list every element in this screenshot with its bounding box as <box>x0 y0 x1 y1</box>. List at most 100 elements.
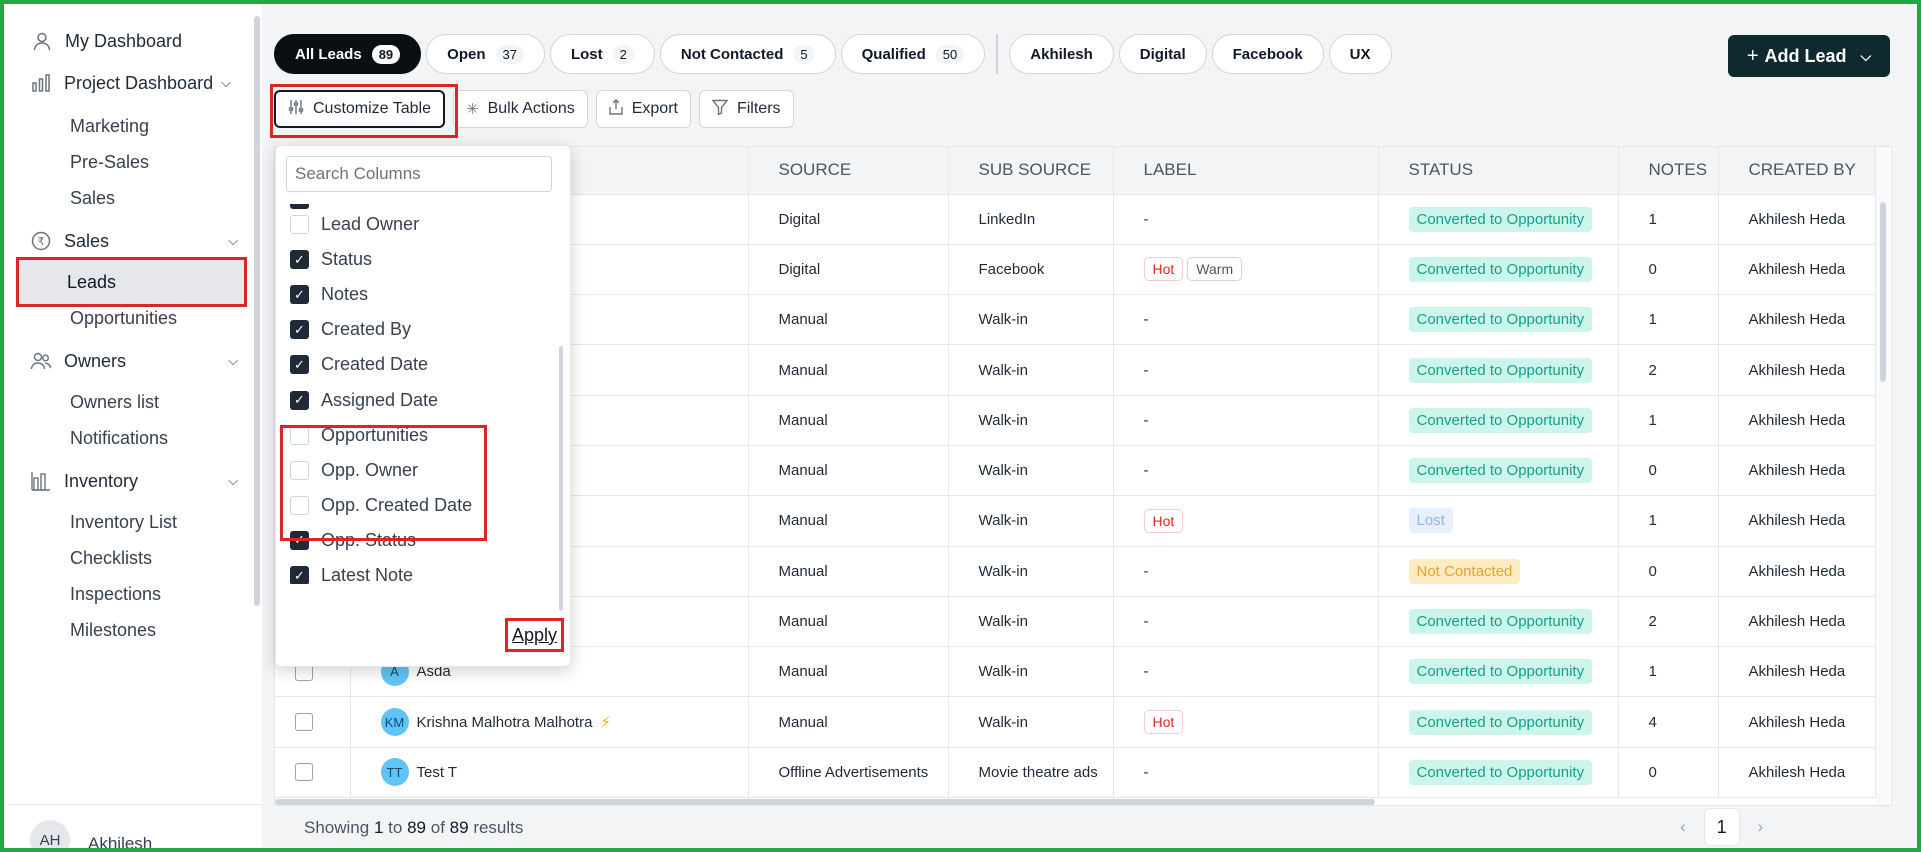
sidebar-item-inventory[interactable]: Inventory ⌵ <box>28 468 238 494</box>
status-badge[interactable]: Converted to Opportunity <box>1408 659 1593 685</box>
page-button[interactable]: 1 <box>1703 808 1740 846</box>
lead-name[interactable]: TT Test T <box>380 758 748 787</box>
checkbox-checked[interactable]: ✓ <box>290 566 309 584</box>
column-option[interactable]: ✓ Created By <box>290 319 411 340</box>
chevron-right-icon[interactable]: › <box>1758 817 1764 837</box>
scrollbar-thumb[interactable] <box>1880 202 1886 382</box>
bulk-actions-button[interactable]: ✳ Bulk Actions <box>452 90 588 128</box>
sidebar-item-inspections[interactable]: Inspections <box>70 584 161 605</box>
header-source[interactable]: SOURCE <box>748 147 949 195</box>
sidebar-item-sales-dashboard[interactable]: Sales <box>70 188 115 209</box>
sidebar-item-my-dashboard[interactable]: My Dashboard <box>29 28 182 54</box>
checkbox-checked[interactable]: ✓ <box>290 250 309 270</box>
chevron-left-icon[interactable]: ‹ <box>1680 817 1686 837</box>
tag-chip-digital[interactable]: Digital <box>1118 34 1207 74</box>
header-sub-source[interactable]: SUB SOURCE <box>948 147 1114 195</box>
label-tag[interactable]: Warm <box>1187 257 1243 282</box>
chip-not-contacted[interactable]: Not Contacted 5 <box>659 34 836 74</box>
status-badge[interactable]: Converted to Opportunity <box>1408 256 1593 282</box>
column-option[interactable]: Opportunities <box>290 425 428 446</box>
sidebar-item-marketing[interactable]: Marketing <box>70 116 149 137</box>
column-option[interactable]: ✓ Latest Note <box>290 565 413 584</box>
column-option[interactable]: ✓ Notes <box>290 284 368 305</box>
column-option[interactable]: Lead Owner <box>290 214 419 235</box>
chip-qualified[interactable]: Qualified 50 <box>840 34 986 74</box>
chip-lost[interactable]: Lost 2 <box>549 34 655 74</box>
sidebar-item-sales[interactable]: ₹ Sales ⌵ <box>28 228 238 254</box>
sidebar-item-owners-list[interactable]: Owners list <box>70 392 159 413</box>
checkbox-unchecked[interactable] <box>290 425 309 445</box>
sidebar-scrollbar[interactable] <box>254 16 260 606</box>
chevron-down-icon[interactable]: ⌵ <box>221 75 231 91</box>
status-badge[interactable]: Converted to Opportunity <box>1408 609 1593 635</box>
header-created-by[interactable]: CREATED BY <box>1718 147 1876 195</box>
sidebar-item-checklists[interactable]: Checklists <box>70 548 152 569</box>
table-horizontal-scrollbar[interactable] <box>275 799 1375 805</box>
chip-label: Qualified <box>861 45 926 63</box>
sidebar-item-opportunities[interactable]: Opportunities <box>70 308 177 329</box>
chevron-down-icon[interactable]: ⌵ <box>228 473 238 489</box>
tag-chip-akhilesh[interactable]: Akhilesh <box>1009 34 1114 74</box>
checkbox-checked[interactable]: ✓ <box>290 285 309 305</box>
tag-chip-ux[interactable]: UX <box>1328 34 1392 74</box>
chip-all-leads[interactable]: All Leads 89 <box>274 34 422 74</box>
checkbox-checked[interactable]: ✓ <box>290 320 309 340</box>
lead-name[interactable]: KM Krishna Malhotra Malhotra ⚡ <box>380 708 748 737</box>
sidebar-item-leads[interactable]: Leads <box>16 257 247 307</box>
chip-open[interactable]: Open 37 <box>426 34 545 74</box>
header-status[interactable]: STATUS <box>1378 147 1619 195</box>
checkbox-checked[interactable]: ✓ <box>290 390 309 410</box>
status-badge[interactable]: Converted to Opportunity <box>1408 206 1593 232</box>
label-tag[interactable]: Hot <box>1143 508 1184 533</box>
column-option[interactable]: ✓ Status <box>290 249 372 270</box>
status-badge[interactable]: Converted to Opportunity <box>1408 458 1593 484</box>
user-name[interactable]: Akhilesh <box>88 834 152 848</box>
sidebar-item-notifications[interactable]: Notifications <box>70 428 168 449</box>
popover-scrollbar[interactable] <box>559 346 563 611</box>
column-option[interactable]: ✓ Assigned Date <box>290 390 438 411</box>
filters-button[interactable]: Filters <box>698 90 794 128</box>
status-badge[interactable]: Not Contacted <box>1408 558 1521 584</box>
chevron-down-icon[interactable]: ⌵ <box>1861 48 1872 65</box>
sidebar-item-project-dashboard[interactable]: Project Dashboard ⌵ <box>28 70 231 96</box>
sidebar-item-inventory-list[interactable]: Inventory List <box>70 512 177 533</box>
header-notes[interactable]: NOTES <box>1618 147 1719 195</box>
label-tag[interactable]: Hot <box>1143 257 1184 282</box>
checkbox[interactable] <box>290 204 309 209</box>
table-vertical-scrollbar[interactable] <box>1876 147 1890 805</box>
add-lead-button[interactable]: + Add Lead ⌵ <box>1728 35 1890 77</box>
column-option[interactable]: Opp. Owner <box>290 460 418 481</box>
checkbox-checked[interactable]: ✓ <box>290 530 309 550</box>
checkbox-unchecked[interactable] <box>290 215 309 234</box>
chevron-down-icon[interactable]: ⌵ <box>228 353 238 369</box>
sidebar-item-owners[interactable]: Owners ⌵ <box>28 348 238 374</box>
status-badge[interactable]: Converted to Opportunity <box>1408 357 1593 383</box>
apply-button[interactable]: Apply <box>505 618 564 652</box>
table-row[interactable]: KM Krishna Malhotra Malhotra ⚡ Manual Walk-i… <box>275 696 1876 748</box>
table-row[interactable]: TT Test T Offline Advertisements Movie thea… <box>275 747 1876 799</box>
status-badge[interactable]: Lost <box>1408 508 1453 534</box>
checkbox-checked[interactable]: ✓ <box>290 355 309 375</box>
row-checkbox[interactable] <box>295 713 313 732</box>
chevron-down-icon[interactable]: ⌵ <box>228 233 238 249</box>
column-option[interactable]: ✓ Opp. Status <box>290 530 416 551</box>
chip-count: 5 <box>793 44 815 64</box>
status-badge[interactable]: Converted to Opportunity <box>1408 759 1593 785</box>
avatar[interactable]: AH <box>30 820 70 848</box>
customize-table-button[interactable]: Customize Table <box>274 90 445 128</box>
search-columns-input[interactable] <box>286 156 552 192</box>
row-checkbox[interactable] <box>295 763 313 782</box>
tag-chip-facebook[interactable]: Facebook <box>1211 34 1324 74</box>
sidebar-item-pre-sales[interactable]: Pre-Sales <box>70 152 149 173</box>
status-badge[interactable]: Converted to Opportunity <box>1408 307 1593 333</box>
status-badge[interactable]: Converted to Opportunity <box>1408 407 1593 433</box>
label-tag[interactable]: Hot <box>1143 710 1184 735</box>
status-badge[interactable]: Converted to Opportunity <box>1408 709 1593 735</box>
column-option[interactable]: Opp. Created Date <box>290 495 472 516</box>
export-button[interactable]: Export <box>595 90 691 128</box>
column-option[interactable]: ✓ Created Date <box>290 354 428 375</box>
checkbox-unchecked[interactable] <box>290 495 309 515</box>
checkbox-unchecked[interactable] <box>290 460 309 480</box>
header-label[interactable]: LABEL <box>1113 147 1379 195</box>
sidebar-item-milestones[interactable]: Milestones <box>70 620 156 641</box>
